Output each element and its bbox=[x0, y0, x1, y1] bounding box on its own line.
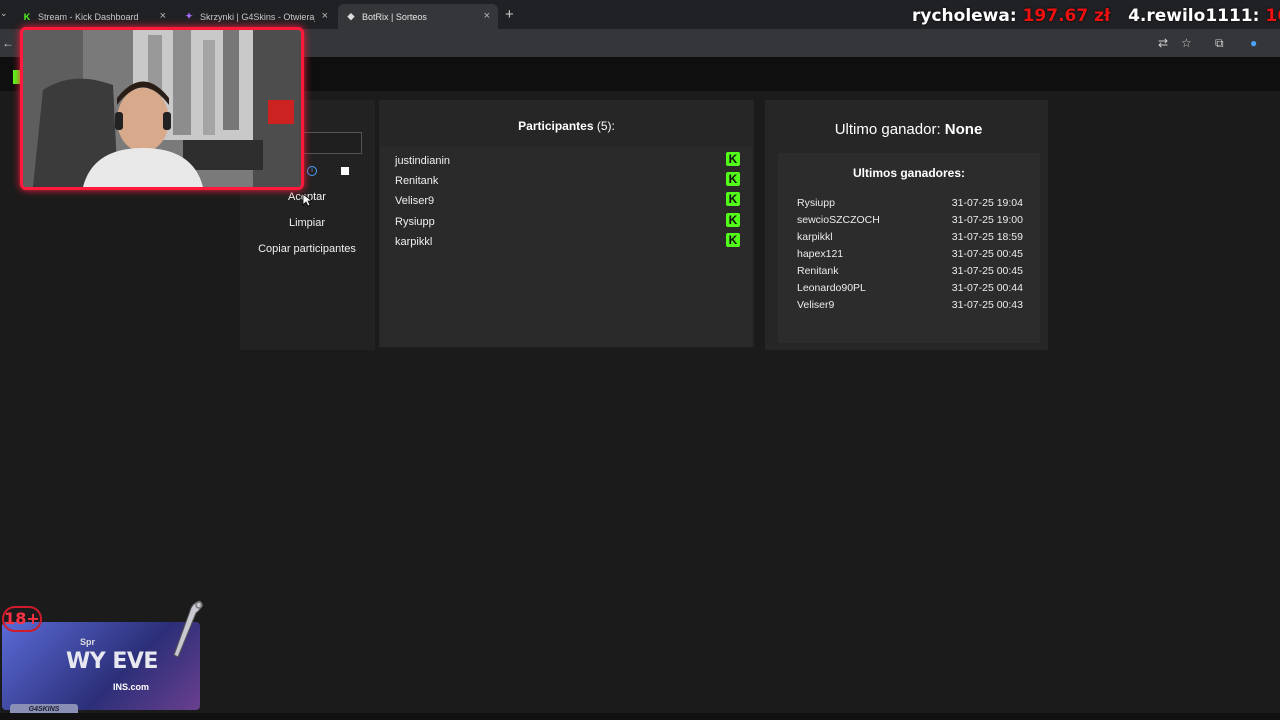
participant-name: justindianin bbox=[395, 155, 451, 167]
ticker-left-name: rycholewa: bbox=[912, 6, 1017, 26]
participants-title-label: Participantes bbox=[518, 119, 594, 133]
g4skins-icon: ✦ bbox=[185, 11, 193, 21]
bookmark-star-icon[interactable]: ☆ bbox=[1181, 36, 1192, 50]
translate-icon[interactable]: ⇄ bbox=[1158, 36, 1168, 50]
tab-title: Stream - Kick Dashboard bbox=[38, 11, 139, 22]
winner-date: 31-07-25 19:04 bbox=[951, 197, 1023, 209]
winner-date: 31-07-25 00:45 bbox=[951, 265, 1023, 277]
recent-winners-title: Ultimos ganadores: bbox=[852, 166, 966, 180]
tab-botrix-sorteos[interactable]: ◆ BotRix | Sorteos × bbox=[338, 4, 498, 29]
tab-g4skins[interactable]: ✦ Skrzynki | G4Skins - Otwieraj sk × bbox=[176, 4, 336, 29]
winner-name: sewcioSZCZOCH bbox=[797, 214, 880, 226]
winner-row: Renitank 31-07-25 00:45 bbox=[797, 265, 1023, 279]
mouse-cursor-icon bbox=[302, 193, 312, 207]
sponsor-small-text: Spr bbox=[80, 637, 96, 647]
participant-name: Renitank bbox=[395, 175, 439, 187]
participants-list: justindianin K Renitank K Veliser9 K Rys… bbox=[380, 147, 752, 347]
participant-name: Rysiupp bbox=[395, 216, 435, 228]
sponsor-banner: 18+ Spr WY EVE INS.com G4SKINS bbox=[0, 597, 205, 720]
info-icon[interactable]: i bbox=[307, 166, 317, 176]
ticker-right-name: 4.rewilo1111: bbox=[1128, 6, 1260, 26]
kick-icon: K bbox=[726, 172, 740, 186]
winner-date: 31-07-25 00:44 bbox=[951, 282, 1023, 294]
last-winner: Ultimo ganador: None bbox=[765, 121, 1052, 138]
winner-date: 31-07-25 00:43 bbox=[951, 299, 1023, 311]
option-checkbox[interactable] bbox=[341, 167, 349, 175]
tab-title: Skrzynki | G4Skins - Otwieraj sk bbox=[200, 11, 315, 22]
winner-name: karpikkl bbox=[797, 231, 833, 243]
ticker-left-amount: 197.67 zł bbox=[1022, 6, 1111, 26]
participant-name: Veliser9 bbox=[395, 195, 435, 207]
participant-row[interactable]: karpikkl K bbox=[395, 232, 740, 248]
knife-icon bbox=[173, 600, 203, 658]
participants-count: (5): bbox=[596, 119, 615, 133]
kick-icon: K bbox=[726, 192, 740, 206]
winner-date: 31-07-25 19:00 bbox=[951, 214, 1023, 226]
extensions-icon[interactable]: ⧉ bbox=[1215, 36, 1224, 51]
close-tab-icon[interactable]: × bbox=[322, 10, 328, 22]
webcam-feed-image bbox=[23, 30, 301, 187]
botrix-icon: ◆ bbox=[347, 11, 355, 21]
kick-icon: K bbox=[726, 233, 740, 247]
winner-row: Rysiupp 31-07-25 19:04 bbox=[797, 197, 1023, 211]
kick-icon: K bbox=[726, 213, 740, 227]
participant-name: karpikkl bbox=[395, 236, 433, 248]
participants-title: Participantes (5): bbox=[379, 119, 754, 133]
new-tab-button[interactable]: + bbox=[505, 6, 514, 23]
copy-participants-button[interactable]: Copiar participantes bbox=[258, 243, 356, 255]
winner-row: Leonardo90PL 31-07-25 00:44 bbox=[797, 282, 1023, 296]
last-winner-label: Ultimo ganador: bbox=[834, 121, 941, 138]
ticker-right-amount: 163 bbox=[1265, 6, 1280, 26]
kick-icon: K bbox=[726, 152, 740, 166]
winner-row: karpikkl 31-07-25 18:59 bbox=[797, 231, 1023, 245]
winner-row: hapex121 31-07-25 00:45 bbox=[797, 248, 1023, 262]
winner-row: sewcioSZCZOCH 31-07-25 19:00 bbox=[797, 214, 1023, 228]
sponsor-headline: WY EVE bbox=[66, 649, 158, 674]
tab-kick-dashboard[interactable]: K Stream - Kick Dashboard × bbox=[14, 4, 174, 29]
winner-name: Rysiupp bbox=[797, 197, 835, 209]
back-icon[interactable]: ← bbox=[2, 36, 14, 50]
age-restriction-badge: 18+ bbox=[2, 606, 42, 632]
stream-ticker: rycholewa: 197.67 zł 4.rewilo1111: 163 bbox=[912, 6, 1280, 30]
winner-date: 31-07-25 18:59 bbox=[951, 231, 1023, 243]
winner-name: Veliser9 bbox=[797, 299, 835, 311]
sponsor-domain: INS.com bbox=[113, 682, 150, 692]
participant-row[interactable]: Rysiupp K bbox=[395, 212, 740, 228]
winner-name: hapex121 bbox=[797, 248, 844, 260]
winner-name: Leonardo90PL bbox=[797, 282, 866, 294]
participant-row[interactable]: Veliser9 K bbox=[395, 191, 740, 207]
winner-row: Veliser9 31-07-25 00:43 bbox=[797, 299, 1023, 313]
tab-list-chevron-icon[interactable]: ⌄ bbox=[0, 8, 8, 19]
participant-row[interactable]: Renitank K bbox=[395, 171, 740, 187]
kick-icon: K bbox=[23, 11, 31, 22]
taskbar-strip bbox=[0, 713, 1280, 720]
participant-row[interactable]: justindianin K bbox=[395, 151, 740, 167]
winner-name: Renitank bbox=[797, 265, 839, 277]
winner-date: 31-07-25 00:45 bbox=[951, 248, 1023, 260]
last-winner-value: None bbox=[944, 121, 983, 138]
profile-icon[interactable]: ● bbox=[1250, 36, 1257, 50]
tab-title: BotRix | Sorteos bbox=[362, 11, 427, 22]
clear-button[interactable]: Limpiar bbox=[258, 217, 356, 229]
close-tab-icon[interactable]: × bbox=[484, 10, 490, 22]
close-tab-icon[interactable]: × bbox=[160, 10, 166, 22]
webcam-overlay bbox=[20, 27, 304, 190]
